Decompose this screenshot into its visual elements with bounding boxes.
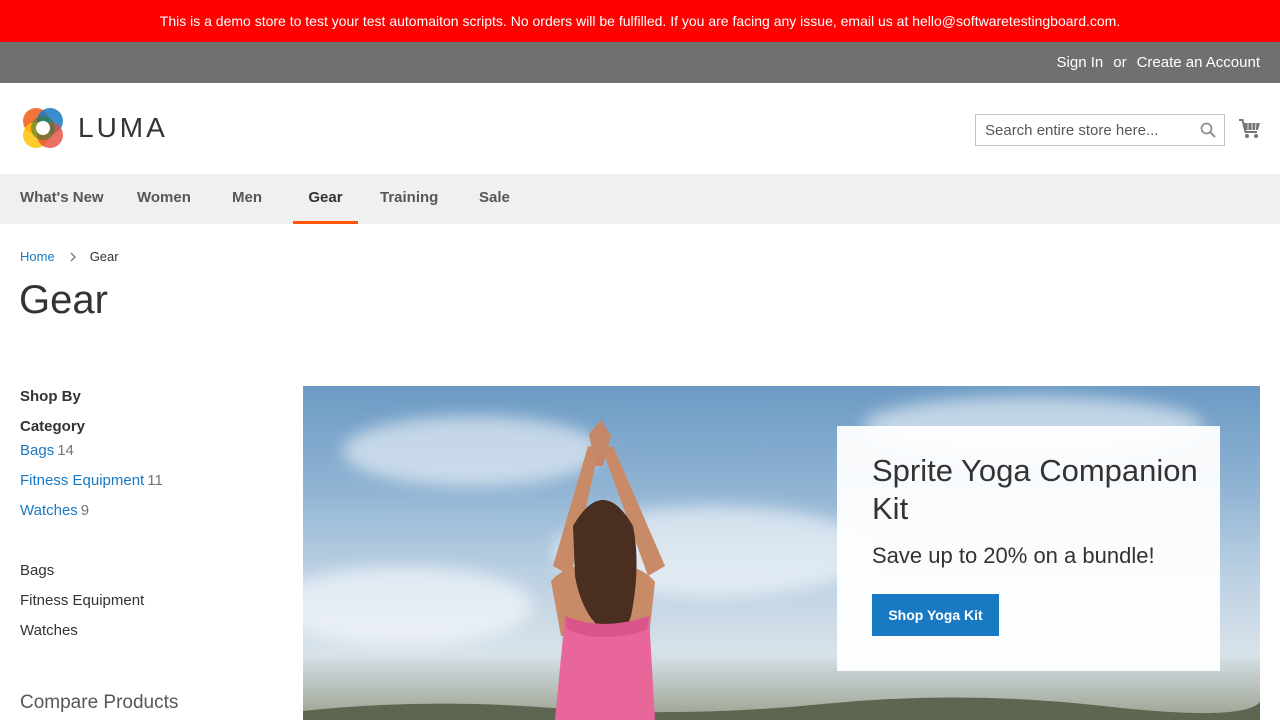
sign-in-link[interactable]: Sign In: [1057, 54, 1104, 71]
breadcrumb: Home Gear: [20, 249, 119, 264]
nav-item-men[interactable]: Men: [232, 174, 262, 224]
account-bar: Sign In or Create an Account: [0, 42, 1280, 83]
search-icon[interactable]: [1200, 122, 1216, 138]
promo-subtitle: Save up to 20% on a bundle!: [872, 543, 1155, 568]
filter-category-title: Category: [20, 418, 86, 435]
filter-option: Watches 9: [20, 502, 89, 519]
filter-option: Bags 14: [20, 442, 74, 459]
nav-item-women[interactable]: Women: [137, 174, 191, 224]
breadcrumb-home-link[interactable]: Home: [20, 249, 55, 264]
filter-option-link[interactable]: Fitness Equipment: [20, 472, 144, 489]
site-header: LUMA: [0, 83, 1280, 174]
search-input[interactable]: [976, 115, 1195, 145]
filter-option-count: 11: [147, 472, 163, 489]
filter-option-link[interactable]: Watches: [20, 502, 78, 519]
header-links: Sign In or Create an Account: [1057, 42, 1260, 83]
demo-notice-text: This is a demo store to test your test a…: [159, 13, 1121, 29]
logo-link[interactable]: LUMA: [20, 105, 168, 151]
or-separator: or: [1113, 54, 1127, 71]
main-navigation: What's New Women Men Gear Training Sale: [0, 174, 1280, 224]
category-link-watches[interactable]: Watches: [20, 622, 78, 639]
search-box: [975, 114, 1225, 146]
demo-notice-banner: This is a demo store to test your test a…: [0, 0, 1280, 42]
cart-icon[interactable]: [1238, 118, 1261, 139]
nav-item-sale[interactable]: Sale: [479, 174, 510, 224]
nav-item-gear[interactable]: Gear: [293, 174, 358, 224]
compare-products-heading: Compare Products: [20, 692, 179, 713]
filter-option-count: 14: [57, 442, 74, 459]
filter-option: Fitness Equipment 11: [20, 472, 163, 489]
luma-logo-icon: [23, 108, 63, 148]
promo-box: Sprite Yoga Companion Kit Save up to 20%…: [837, 426, 1220, 671]
category-link-fitness-equipment[interactable]: Fitness Equipment: [20, 592, 144, 609]
nav-item-training[interactable]: Training: [380, 174, 438, 224]
hero-banner[interactable]: Sprite Yoga Companion Kit Save up to 20%…: [303, 386, 1260, 720]
create-account-link[interactable]: Create an Account: [1137, 54, 1260, 71]
logo-text: LUMA: [78, 112, 168, 143]
promo-title: Sprite Yoga Companion Kit: [872, 453, 1198, 526]
page-title: Gear: [19, 278, 108, 322]
shop-by-heading: Shop By: [20, 388, 81, 405]
filter-option-link[interactable]: Bags: [20, 442, 54, 459]
chevron-right-icon: [70, 252, 76, 261]
filter-option-count: 9: [80, 502, 90, 519]
breadcrumb-current: Gear: [89, 249, 119, 264]
nav-item-whats-new[interactable]: What's New: [20, 174, 104, 224]
shop-yoga-kit-button[interactable]: Shop Yoga Kit: [872, 594, 999, 636]
category-link-bags[interactable]: Bags: [20, 562, 54, 579]
